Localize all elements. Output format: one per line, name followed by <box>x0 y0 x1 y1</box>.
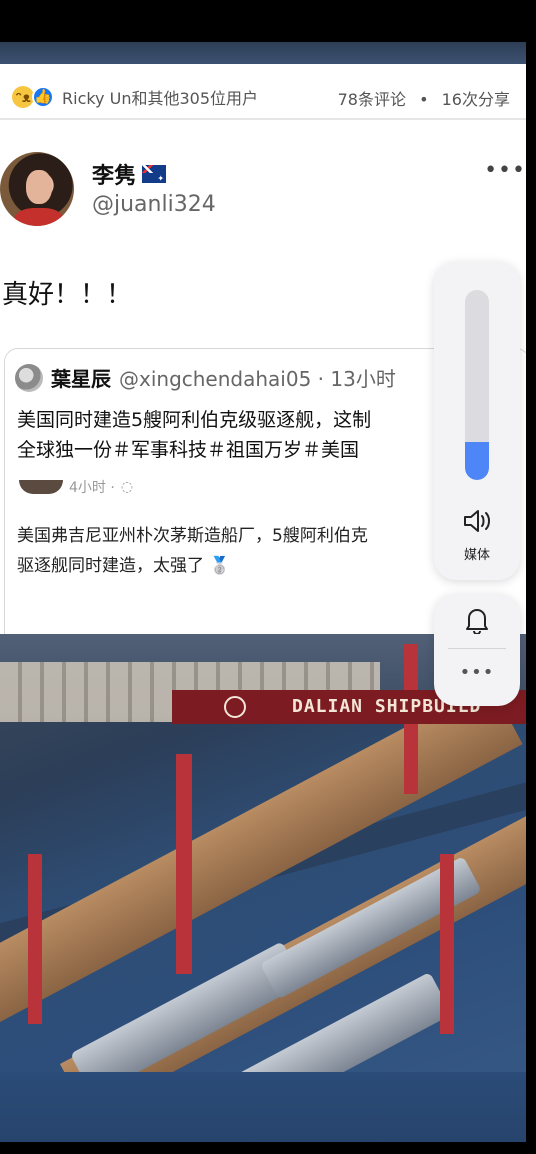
inner-text-line: 驱逐舰同时建造，太强了 🥈 <box>17 556 231 576</box>
thumbs-up-icon: 👍 <box>32 86 54 108</box>
shipyard-photo[interactable]: DALIAN SHIPBUILD <box>0 634 526 1142</box>
author-name[interactable]: 李隽 <box>92 158 167 190</box>
bell-icon[interactable] <box>464 606 490 634</box>
author-name-text: 李隽 <box>92 164 137 189</box>
crane <box>28 854 42 1024</box>
status-bar <box>0 0 536 42</box>
shipyard-logo <box>224 696 246 718</box>
laugh-emoji-icon: ᵔᴥ <box>12 86 34 108</box>
volume-slider[interactable] <box>465 290 489 480</box>
count-separator: • <box>419 90 429 109</box>
post-text: 真好！！！ <box>2 280 133 310</box>
more-options-icon[interactable]: ••• <box>484 158 526 183</box>
inner-post-text: 美国弗吉尼亚州朴次茅斯造船厂，5艘阿利伯克 驱逐舰同时建造，太强了 🥈 <box>17 521 368 581</box>
quoted-header: 葉星辰 @xingchendahai05 · 13小时 <box>15 363 396 392</box>
inner-avatar <box>19 480 63 494</box>
engagement-counts: 78条评论 • 16次分享 <box>338 86 510 110</box>
notification-panel: ••• <box>434 594 520 706</box>
screenshot-frame: ᵔᴥ 👍 Ricky Un和其他305位用户 78条评论 • 16次分享 李隽 … <box>0 42 526 1142</box>
share-count[interactable]: 16次分享 <box>442 90 510 109</box>
reaction-text: Ricky Un和其他305位用户 <box>62 89 259 108</box>
divider <box>448 648 506 649</box>
quoted-avatar[interactable] <box>15 363 43 392</box>
inner-time: 4小时 · <box>69 480 115 496</box>
reaction-summary[interactable]: ᵔᴥ 👍 Ricky Un和其他305位用户 <box>12 82 258 112</box>
quoted-name[interactable]: 葉星辰 <box>51 363 111 392</box>
speaker-icon[interactable] <box>462 508 492 534</box>
volume-panel: 媒体 <box>434 262 520 580</box>
inner-post-meta: 4小时 · ◌ <box>19 477 133 497</box>
divider <box>0 118 526 120</box>
author-avatar[interactable] <box>0 152 74 226</box>
crane <box>440 854 454 1034</box>
globe-icon: ◌ <box>120 479 134 495</box>
previous-image-edge <box>0 42 526 64</box>
author-handle[interactable]: @juanli324 <box>92 192 216 217</box>
volume-level <box>465 442 489 480</box>
volume-label: 媒体 <box>463 548 490 563</box>
australia-flag-icon <box>142 165 167 183</box>
more-options-icon[interactable]: ••• <box>434 662 520 683</box>
inner-text-line: 美国弗吉尼亚州朴次茅斯造船厂，5艘阿利伯克 <box>17 526 368 546</box>
quoted-handle: @xingchendahai05 · 13小时 <box>119 367 396 391</box>
comment-count[interactable]: 78条评论 <box>338 90 406 109</box>
crane <box>176 754 192 974</box>
